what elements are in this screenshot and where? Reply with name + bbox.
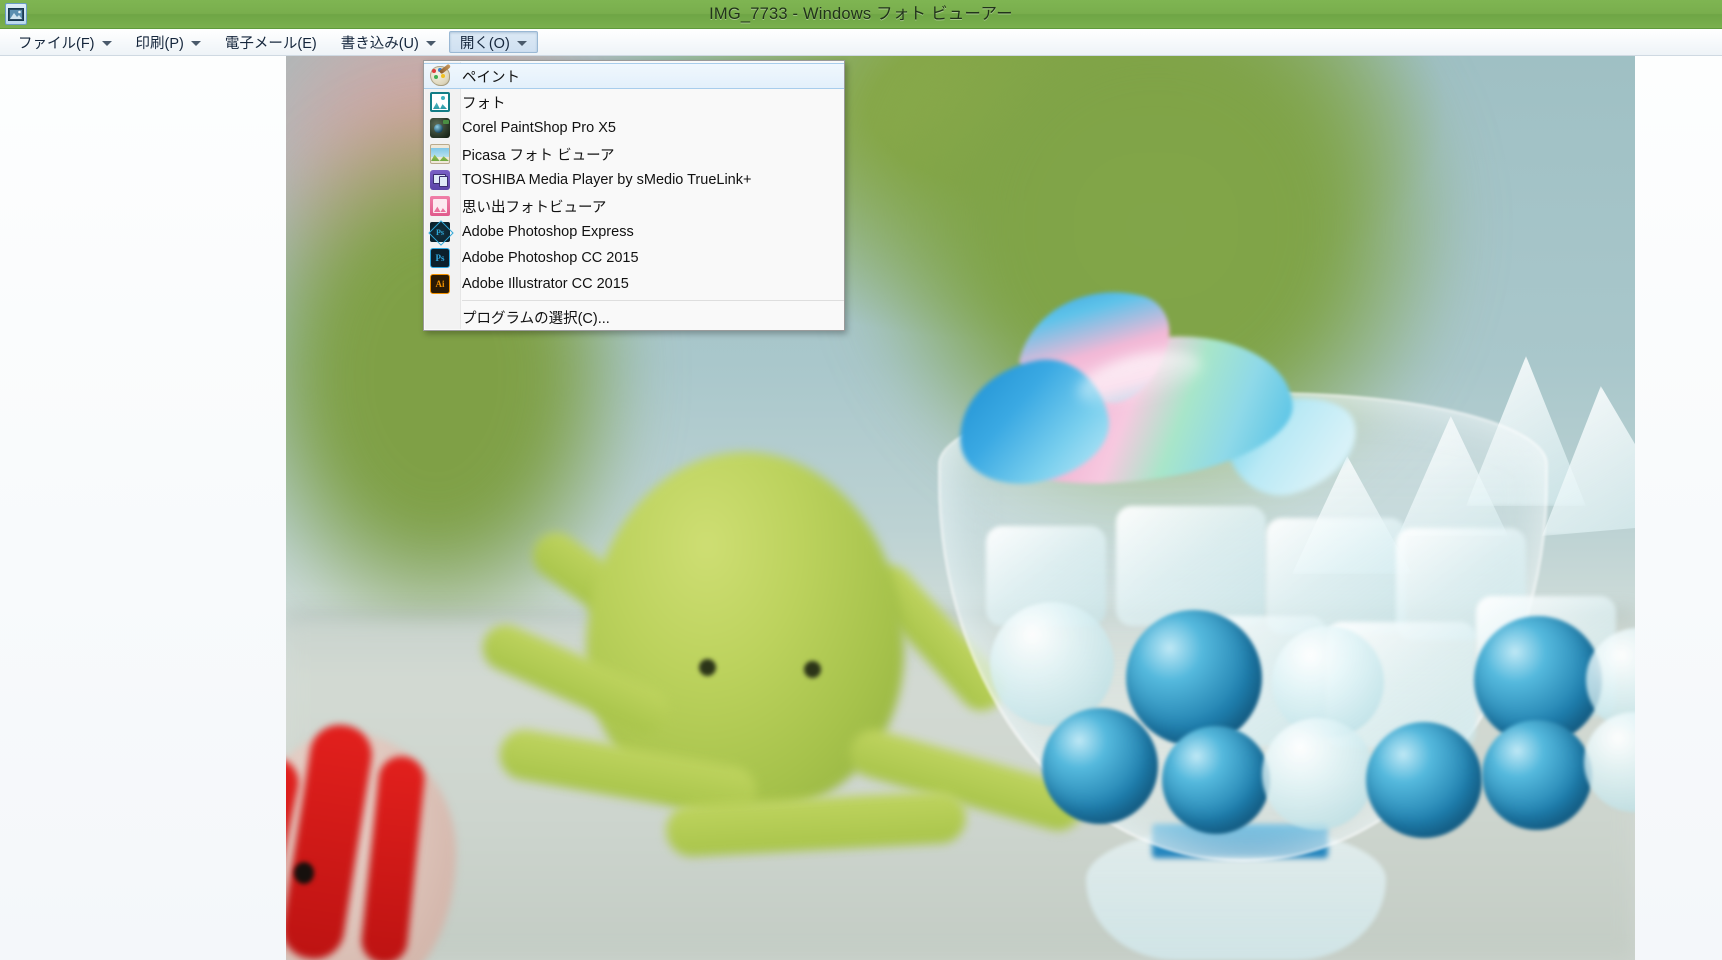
menu-item-choose-program[interactable]: プログラムの選択(C)... <box>424 304 844 330</box>
menu-open-label: 開く(O) <box>459 35 510 52</box>
menu-separator <box>462 300 844 301</box>
menu-item-label: Adobe Illustrator CC 2015 <box>462 276 629 292</box>
menu-burn-label: 書き込み(U) <box>340 35 419 52</box>
blue-bead <box>1162 726 1270 834</box>
menu-file[interactable]: ファイル(F) <box>7 31 123 53</box>
menu-burn[interactable]: 書き込み(U) <box>330 31 447 53</box>
menu-item-label: TOSHIBA Media Player by sMedio TrueLink+ <box>462 172 752 188</box>
menu-item-paint[interactable]: ペイント <box>424 63 844 89</box>
photos-icon <box>430 92 450 112</box>
empty-icon-slot <box>430 307 450 327</box>
chevron-down-icon <box>425 40 436 46</box>
menu-item-label: フォト <box>462 95 506 112</box>
red-plush-eye <box>294 862 314 884</box>
chevron-down-icon <box>101 40 112 46</box>
menu-item-label: Adobe Photoshop CC 2015 <box>462 250 639 266</box>
octopus-eye-left <box>699 659 716 676</box>
menu-bar: ファイル(F) 印刷(P) 電子メール(E) 書き込み(U) 開く(O) <box>0 29 1722 56</box>
menu-item-illustrator-cc-2015[interactable]: Ai Adobe Illustrator CC 2015 <box>424 271 844 297</box>
photo-viewer-window: IMG_7733 - Windows フォト ビューアー ファイル(F) 印刷(… <box>0 0 1722 960</box>
menu-item-omoide-photo-viewer[interactable]: 思い出フォトビューア <box>424 193 844 219</box>
toshiba-media-icon <box>430 170 450 190</box>
blue-bead <box>1482 720 1592 830</box>
menu-item-label: Corel PaintShop Pro X5 <box>462 120 616 136</box>
menu-item-label: ペイント <box>462 69 520 86</box>
chevron-down-icon <box>516 40 527 46</box>
menu-item-label: Adobe Photoshop Express <box>462 224 634 240</box>
menu-email[interactable]: 電子メール(E) <box>214 31 328 53</box>
menu-item-label: プログラムの選択(C)... <box>462 310 610 327</box>
window-title: IMG_7733 - Windows フォト ビューアー <box>709 5 1013 23</box>
photoshop-cc-icon: Ps <box>430 248 450 268</box>
picasa-icon <box>430 144 450 164</box>
chevron-down-icon <box>190 40 201 46</box>
menu-open[interactable]: 開く(O) <box>448 31 538 53</box>
ice-chunk <box>1116 506 1266 626</box>
menu-item-photos[interactable]: フォト <box>424 89 844 115</box>
menu-item-picasa[interactable]: Picasa フォト ビューア <box>424 141 844 167</box>
blue-bead <box>1042 708 1158 824</box>
menu-email-label: 電子メール(E) <box>224 35 317 52</box>
illustrator-cc-icon: Ai <box>430 274 450 294</box>
blue-bead <box>1126 610 1262 746</box>
photoshop-express-icon: Ps <box>430 222 450 242</box>
menu-item-label: Picasa フォト ビューア <box>462 147 615 164</box>
open-with-dropdown-menu[interactable]: ペイント フォト Corel PaintShop Pro X5 Picasa フ… <box>423 60 845 331</box>
menu-item-photoshop-express[interactable]: Ps Adobe Photoshop Express <box>424 219 844 245</box>
omoide-photo-icon <box>430 196 450 216</box>
menu-file-label: ファイル(F) <box>18 35 95 52</box>
menu-print[interactable]: 印刷(P) <box>125 31 212 53</box>
octopus-eye-right <box>804 661 821 678</box>
menu-item-corel-paintshop[interactable]: Corel PaintShop Pro X5 <box>424 115 844 141</box>
menu-item-label: 思い出フォトビューア <box>462 199 607 216</box>
clear-bead <box>1262 718 1374 830</box>
menu-item-photoshop-cc-2015[interactable]: Ps Adobe Photoshop CC 2015 <box>424 245 844 271</box>
menu-print-label: 印刷(P) <box>135 35 184 52</box>
blue-bead <box>1366 722 1482 838</box>
title-bar: IMG_7733 - Windows フォト ビューアー <box>0 0 1722 29</box>
corel-paintshop-icon <box>430 118 450 138</box>
image-viewport[interactable] <box>0 56 1722 960</box>
menu-item-toshiba-media-player[interactable]: TOSHIBA Media Player by sMedio TrueLink+ <box>424 167 844 193</box>
paint-icon <box>430 66 450 86</box>
